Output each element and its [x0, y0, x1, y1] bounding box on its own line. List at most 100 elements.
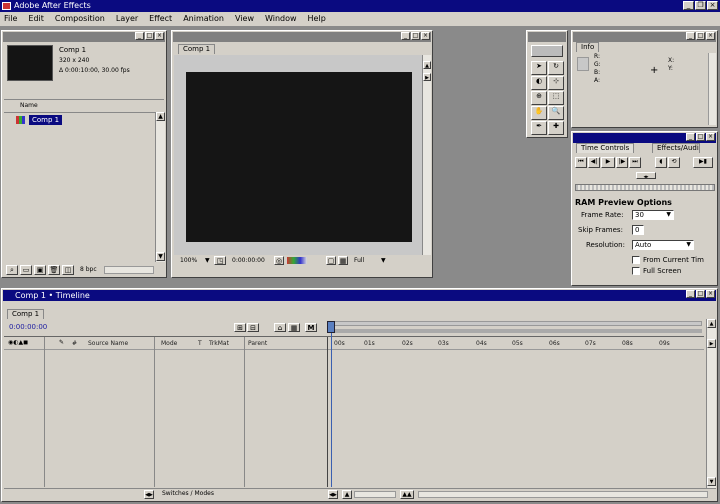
switches-modes-toggle[interactable]: Switches / Modes	[162, 490, 214, 497]
play-icon[interactable]: ▶	[601, 157, 615, 168]
col-mode[interactable]: Mode	[161, 340, 177, 347]
first-frame-icon[interactable]: ⏮	[575, 157, 587, 168]
zoom-slider[interactable]	[354, 491, 396, 498]
frame-blending-icon[interactable]: ▦	[288, 323, 300, 332]
zoom-in-icon[interactable]: ▲▲	[400, 490, 414, 499]
menu-help[interactable]: Help	[308, 12, 326, 26]
menu-composition[interactable]: Composition	[55, 12, 105, 26]
timeline-scrollbar[interactable]: ▲ ▶ ▼	[706, 319, 716, 489]
loop-icon[interactable]: ⟲	[668, 157, 680, 168]
menu-effect[interactable]: Effect	[149, 12, 172, 26]
project-hscroll[interactable]	[104, 266, 154, 274]
tab-time-controls[interactable]: Time Controls	[576, 143, 635, 153]
scroll-up-icon[interactable]: ▲	[423, 61, 431, 69]
maximize-icon[interactable]: □	[696, 32, 705, 40]
timeline-hscroll[interactable]	[418, 491, 708, 498]
project-scrollbar[interactable]: ▲ ▼	[155, 112, 165, 262]
new-comp-icon[interactable]: ▣	[34, 265, 46, 275]
menu-file[interactable]: File	[4, 12, 17, 26]
tab-effects-audio[interactable]: Effects/Audio	[652, 143, 700, 153]
comp-viewer[interactable]	[186, 72, 412, 242]
snapshot-icon[interactable]: ◎	[274, 256, 284, 265]
tab-comp1[interactable]: Comp 1	[178, 44, 216, 54]
draft-3d-icon[interactable]: ⌂	[274, 323, 286, 332]
close-icon[interactable]: ×	[421, 32, 430, 40]
transparency-icon[interactable]: ▦	[338, 256, 348, 265]
safe-zones-icon[interactable]: ◳	[214, 256, 226, 265]
next-frame-icon[interactable]: |▶	[616, 157, 628, 168]
pen-add-tool-icon[interactable]: ✚	[548, 121, 564, 135]
expand-panes-icon[interactable]: ◀▶	[328, 490, 338, 499]
restore-icon[interactable]: ❐	[695, 1, 706, 10]
mask-tool-icon[interactable]: ⬚	[548, 91, 564, 105]
ram-preview-icon[interactable]: ▶▮	[693, 157, 713, 168]
tab-info[interactable]: Info	[576, 42, 600, 52]
audio-icon[interactable]: ◖	[655, 157, 667, 168]
prev-frame-icon[interactable]: ◀|	[588, 157, 600, 168]
anchor-tool-icon[interactable]: ⊕	[531, 91, 547, 105]
find-icon[interactable]: ⌕	[6, 265, 18, 275]
selection-tool-icon[interactable]: ➤	[531, 61, 547, 75]
frame-rate-select[interactable]: 30 ▼	[632, 210, 674, 220]
motion-blur-icon[interactable]: M	[305, 323, 317, 332]
folder-icon[interactable]: ▭	[20, 265, 32, 275]
minimize-icon[interactable]: _	[401, 32, 410, 40]
scroll-up-icon[interactable]: ▲	[707, 319, 716, 328]
live-update-icon[interactable]: ⊟	[247, 323, 259, 332]
col-parent[interactable]: Parent	[248, 340, 267, 347]
time-navigator[interactable]	[332, 329, 702, 333]
minimize-icon[interactable]: _	[686, 133, 695, 141]
maximize-icon[interactable]: □	[696, 133, 705, 141]
project-name-column[interactable]: Name	[20, 102, 38, 109]
expand-panes-icon[interactable]: ◀▶	[144, 490, 154, 499]
skip-frames-input[interactable]: 0	[632, 225, 644, 235]
scroll-down-icon[interactable]: ▼	[707, 477, 716, 486]
jog-shuttle-icon[interactable]: ◂▸	[636, 172, 656, 180]
close-icon[interactable]: ×	[707, 1, 718, 10]
maximize-icon[interactable]: □	[145, 32, 154, 40]
maximize-icon[interactable]: □	[411, 32, 420, 40]
last-frame-icon[interactable]: ⏭	[629, 157, 641, 168]
full-screen-checkbox[interactable]	[632, 267, 640, 275]
track-tool-icon[interactable]: ⊹	[548, 76, 564, 90]
time-indicator-handle[interactable]	[327, 321, 335, 333]
comp-flowchart-icon[interactable]: ⊞	[234, 323, 246, 332]
close-icon[interactable]: ×	[706, 290, 715, 298]
hand-tool-icon[interactable]: ✋	[531, 106, 547, 120]
pen-tool-icon[interactable]: ✒	[531, 121, 547, 135]
scroll-right-icon[interactable]: ▶	[423, 73, 431, 81]
time-slider[interactable]	[575, 184, 715, 191]
maximize-icon[interactable]: □	[696, 290, 705, 298]
comp-timecode[interactable]: 0:00:00:00	[232, 257, 265, 264]
menu-layer[interactable]: Layer	[116, 12, 138, 26]
tab-timeline-comp1[interactable]: Comp 1	[7, 309, 45, 319]
timeline-timecode[interactable]: 0:00:00:00	[9, 323, 47, 331]
menu-animation[interactable]: Animation	[183, 12, 224, 26]
chevron-down-icon[interactable]: ▼	[381, 257, 386, 264]
zoom-out-icon[interactable]: ▲	[342, 490, 352, 499]
from-current-checkbox[interactable]	[632, 256, 640, 264]
trash-icon[interactable]: 🗑	[48, 265, 60, 275]
comp-resolution[interactable]: Full	[354, 257, 364, 264]
project-row-comp1[interactable]: Comp 1	[29, 115, 63, 125]
minimize-icon[interactable]: _	[686, 32, 695, 40]
scroll-up-icon[interactable]: ▲	[156, 112, 165, 121]
info-scrollbar[interactable]	[708, 53, 716, 125]
chevron-down-icon[interactable]: ▼	[205, 257, 210, 264]
comp-zoom[interactable]: 100%	[180, 257, 197, 264]
col-trkmat[interactable]: TrkMat	[209, 340, 229, 347]
minimize-icon[interactable]: _	[686, 290, 695, 298]
minimize-icon[interactable]: _	[135, 32, 144, 40]
minimize-icon[interactable]: _	[683, 1, 694, 10]
close-icon[interactable]: ×	[706, 32, 715, 40]
scroll-right-icon[interactable]: ▶	[707, 339, 716, 348]
time-ruler[interactable]: 00s 01s 02s 03s 04s 05s 06s 07s 08s 09s	[328, 337, 704, 349]
project-bpc[interactable]: 8 bpc	[80, 266, 97, 273]
close-icon[interactable]: ×	[706, 133, 715, 141]
settings-icon[interactable]: ◫	[62, 265, 74, 275]
menu-edit[interactable]: Edit	[28, 12, 44, 26]
orbit-tool-icon[interactable]: ◐	[531, 76, 547, 90]
col-t[interactable]: T	[198, 340, 202, 347]
comp-scrollbar[interactable]: ▲ ▶	[422, 55, 431, 255]
channels-icon[interactable]	[287, 257, 307, 264]
